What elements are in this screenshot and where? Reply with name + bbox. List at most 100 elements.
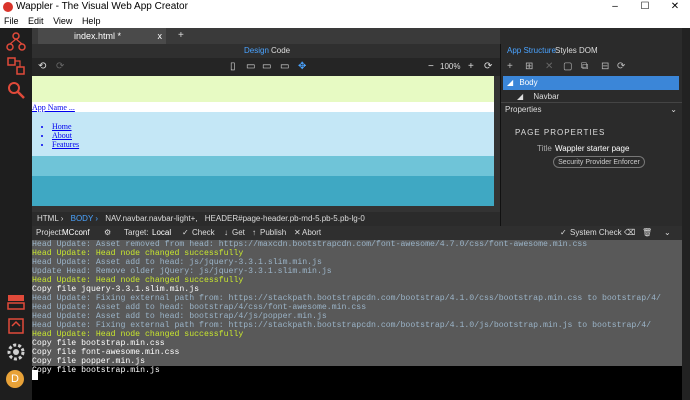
window-title: Wappler - The Visual Web App Creator bbox=[16, 1, 188, 12]
menu-view[interactable]: View bbox=[53, 16, 72, 26]
reload-page-icon[interactable]: ⟳ bbox=[484, 61, 492, 72]
system-check-button[interactable]: System Check bbox=[570, 226, 622, 240]
editor-toolbar: ⟲ ⟳ ▯ ▭ ▭ ▭ ✥ − 100% + ⟳ bbox=[32, 58, 500, 76]
delete-icon[interactable]: ✕ bbox=[545, 61, 553, 72]
expand-icon[interactable]: ◢ bbox=[517, 92, 523, 101]
search-icon[interactable] bbox=[6, 80, 26, 100]
add-element-icon[interactable]: + bbox=[507, 61, 513, 72]
design-canvas[interactable]: App Name ... Home About Features bbox=[32, 76, 496, 206]
collapse-output-icon[interactable]: ⌄ bbox=[664, 226, 671, 240]
menu-bar: File Edit View Help bbox=[0, 14, 690, 28]
breadcrumb-body[interactable]: BODY › bbox=[71, 214, 98, 223]
window-titlebar: Wappler - The Visual Web App Creator – ☐… bbox=[0, 0, 690, 14]
console-line: Head Update: Asset add to head: bootstra… bbox=[32, 312, 327, 321]
chevron-down-icon[interactable]: ⌄ bbox=[670, 103, 677, 117]
add-tab-button[interactable]: + bbox=[178, 28, 184, 44]
project-select[interactable]: MCconf bbox=[62, 226, 90, 240]
console-line: Head Update: Head node changed successfu… bbox=[32, 249, 244, 258]
publish-icon[interactable] bbox=[6, 316, 26, 336]
console-line: Head Update: Asset add to head: bootstra… bbox=[32, 303, 367, 312]
system-check-icon[interactable]: ✓ bbox=[560, 226, 567, 240]
nav-link-about[interactable]: About bbox=[52, 131, 79, 140]
close-window-button[interactable]: ✕ bbox=[660, 0, 690, 14]
structure-tree-icon[interactable]: ⧉ bbox=[581, 61, 588, 72]
insert-after-icon[interactable]: ⊟ bbox=[601, 61, 609, 72]
element-breadcrumb: HTML › BODY › NAV.navbar.navbar-light+, … bbox=[32, 212, 500, 226]
window-scrollbar[interactable] bbox=[682, 28, 690, 400]
app-name-link[interactable]: App Name ... bbox=[32, 103, 75, 112]
wrap-icon[interactable]: ▢ bbox=[563, 61, 572, 72]
page-header-lower-region[interactable] bbox=[32, 176, 496, 206]
connections-icon[interactable] bbox=[6, 56, 26, 76]
nav-menu-region[interactable]: Home About Features bbox=[32, 112, 496, 156]
navbar-region[interactable]: App Name ... bbox=[32, 76, 496, 112]
tab-styles[interactable]: Styles bbox=[555, 44, 577, 58]
refresh-structure-icon[interactable]: ⟳ bbox=[617, 61, 625, 72]
trash-icon[interactable]: 🗑 bbox=[642, 226, 652, 240]
properties-header[interactable]: Properties ⌄ bbox=[501, 102, 683, 116]
console-line: Copy file popper.min.js bbox=[32, 357, 146, 366]
console-line: Head Update: Asset removed from head: ht… bbox=[32, 240, 588, 249]
get-button[interactable]: Get bbox=[232, 226, 245, 240]
responsive-toggle-icon[interactable]: ✥ bbox=[298, 61, 306, 72]
tab-close-icon[interactable]: x bbox=[158, 28, 163, 44]
redo-icon[interactable]: ⟳ bbox=[56, 61, 64, 72]
title-label: Title bbox=[537, 144, 552, 153]
console-line: Copy file bootstrap.min.css bbox=[32, 339, 165, 348]
maximize-button[interactable]: ☐ bbox=[630, 0, 660, 14]
breadcrumb-nav[interactable]: NAV.navbar.navbar-light+, bbox=[105, 214, 197, 223]
menu-file[interactable]: File bbox=[4, 16, 19, 26]
console-line: Head Update: Asset add to head: js/jquer… bbox=[32, 258, 322, 267]
tab-app-structure[interactable]: App Structure bbox=[507, 44, 556, 58]
zoom-in-icon[interactable]: + bbox=[468, 61, 474, 72]
breadcrumb-html[interactable]: HTML › bbox=[37, 214, 63, 223]
console-line: Head Update: Head node changed successfu… bbox=[32, 276, 244, 285]
output-console[interactable]: Head Update: Asset removed from head: ht… bbox=[32, 240, 682, 400]
mobile-view-icon[interactable]: ▯ bbox=[230, 61, 236, 72]
server-icon[interactable] bbox=[6, 292, 26, 312]
breadcrumb-header[interactable]: HEADER#page-header.pb-md-5.pb-5.pb-lg-0 bbox=[205, 214, 365, 223]
nav-link-features[interactable]: Features bbox=[52, 140, 79, 149]
publish-button[interactable]: Publish bbox=[260, 226, 286, 240]
menu-help[interactable]: Help bbox=[82, 16, 101, 26]
abort-icon[interactable]: ✕ bbox=[294, 226, 301, 240]
tablet-view-icon[interactable]: ▭ bbox=[246, 61, 255, 72]
page-header-region[interactable] bbox=[32, 156, 496, 176]
nav-list: Home About Features bbox=[44, 122, 79, 149]
app-structure-icon[interactable] bbox=[6, 32, 26, 52]
desktop-view-icon[interactable]: ▭ bbox=[280, 61, 289, 72]
check-icon[interactable]: ✓ bbox=[182, 226, 189, 240]
tab-dom[interactable]: DOM bbox=[579, 44, 598, 58]
user-avatar[interactable]: D bbox=[6, 370, 24, 388]
title-value[interactable]: Wappler starter page bbox=[555, 144, 629, 153]
output-toolbar: Project: MCconf ⚙ Target: Local ✓ Check … bbox=[32, 226, 682, 240]
zoom-out-icon[interactable]: − bbox=[428, 61, 434, 72]
abort-button[interactable]: Abort bbox=[302, 226, 321, 240]
console-line: Head Update: Fixing external path from: … bbox=[32, 321, 652, 330]
clear-output-icon[interactable]: ⌫ bbox=[624, 226, 635, 240]
minimize-button[interactable]: – bbox=[600, 0, 630, 14]
settings-gear-icon[interactable] bbox=[6, 342, 26, 362]
page-properties-section: PAGE PROPERTIES bbox=[501, 128, 683, 137]
design-view-tab[interactable]: Design bbox=[244, 44, 269, 58]
laptop-view-icon[interactable]: ▭ bbox=[262, 61, 271, 72]
refresh-icon[interactable]: ⟲ bbox=[38, 61, 46, 72]
nav-link-home[interactable]: Home bbox=[52, 122, 79, 131]
zoom-level: 100% bbox=[440, 62, 461, 71]
publish-icon-small[interactable]: ↑ bbox=[252, 226, 256, 240]
security-provider-enforcer-button[interactable]: Security Provider Enforcer bbox=[553, 156, 645, 168]
target-label: Target: bbox=[124, 228, 149, 237]
tab-index-html[interactable]: index.html * x bbox=[38, 28, 166, 44]
structure-toolbar: + ⊞ ✕ ▢ ⧉ ⊟ ⟳ bbox=[501, 58, 683, 76]
code-view-tab[interactable]: Code bbox=[271, 44, 290, 58]
collapse-icon[interactable]: ◢ bbox=[507, 78, 513, 87]
menu-edit[interactable]: Edit bbox=[28, 16, 44, 26]
get-icon[interactable]: ↓ bbox=[224, 226, 228, 240]
console-line: Copy file bootstrap.min.js bbox=[32, 366, 160, 375]
target-select[interactable]: Local bbox=[152, 226, 171, 240]
project-settings-icon[interactable]: ⚙ bbox=[104, 226, 111, 240]
add-child-icon[interactable]: ⊞ bbox=[525, 61, 533, 72]
tree-node-body[interactable]: ◢ Body bbox=[503, 76, 679, 90]
project-label: Project: bbox=[36, 228, 64, 237]
check-button[interactable]: Check bbox=[192, 226, 215, 240]
